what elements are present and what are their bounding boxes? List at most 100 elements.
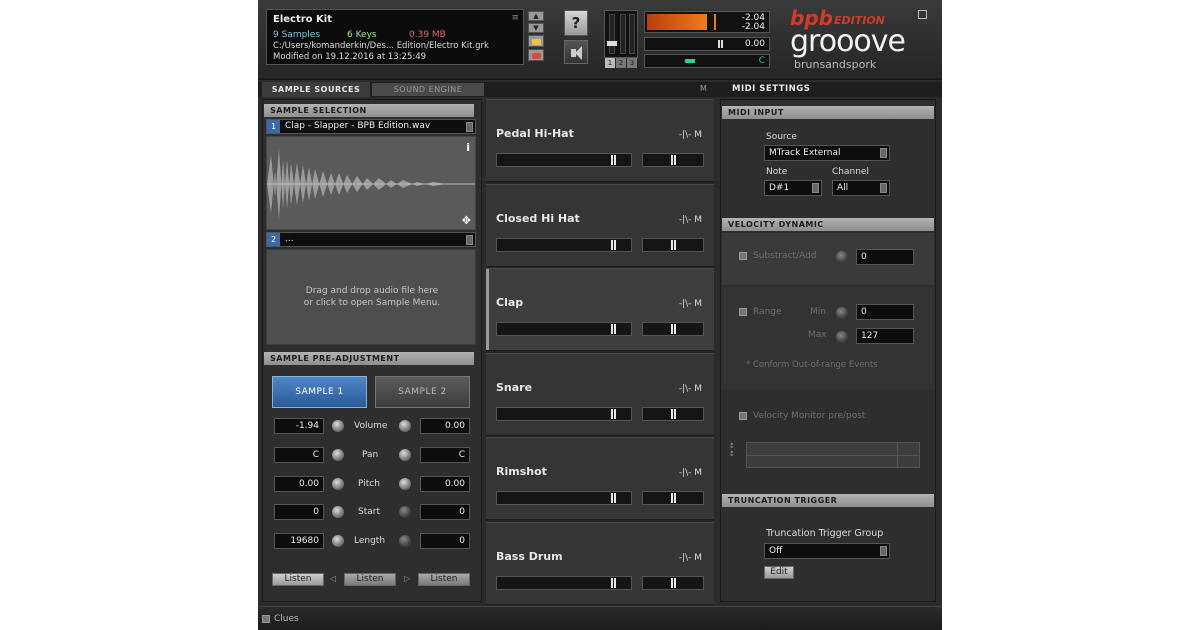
tab-midi-settings[interactable]: MIDI SETTINGS xyxy=(722,82,942,97)
tab-sound-engine[interactable]: SOUND ENGINE xyxy=(372,83,484,96)
length-right-knob[interactable] xyxy=(399,535,411,547)
pad-volume-handle[interactable] xyxy=(611,408,616,419)
sample-drop-zone[interactable]: Drag and drop audio file here or click t… xyxy=(266,249,476,345)
pad-volume-handle[interactable] xyxy=(611,493,616,503)
speaker-button[interactable] xyxy=(564,40,588,64)
kit-up-button[interactable]: ▲ xyxy=(528,11,544,21)
pitch-right-knob[interactable] xyxy=(399,478,411,490)
pad-pan-handle[interactable] xyxy=(671,493,676,503)
sample-2-button[interactable]: SAMPLE 2 xyxy=(375,376,470,408)
pad-volume-slider[interactable] xyxy=(496,575,632,590)
pad-slot[interactable]: Bass Drum -|\- M xyxy=(486,521,714,605)
listen-sample-2-button[interactable]: Listen xyxy=(418,573,470,586)
waveform-display[interactable]: i ✥ xyxy=(266,136,476,230)
note-dropdown-arrow[interactable] xyxy=(812,183,819,193)
clues-checkbox[interactable] xyxy=(262,615,270,623)
subtract-add-value[interactable]: 0 xyxy=(856,249,914,265)
min-value[interactable]: 0 xyxy=(856,304,914,320)
length-left-value[interactable]: 19680 xyxy=(274,533,324,549)
tune-control[interactable]: 0.00 xyxy=(644,37,770,51)
pad-volume-slider[interactable] xyxy=(496,237,632,252)
truncation-group-dropdown[interactable]: Off xyxy=(764,543,890,559)
pitch-right-value[interactable]: 0.00 xyxy=(420,476,470,492)
pan-right-knob[interactable] xyxy=(399,449,411,461)
length-right-value[interactable]: 0 xyxy=(420,533,470,549)
kit-info-panel[interactable]: Electro Kit ≡ 9 Samples 6 Keys 0.39 MB C… xyxy=(266,9,524,65)
pad-waveform-icon[interactable]: -|\- M xyxy=(679,130,702,140)
sample-slot-1-bar[interactable]: 1 Clap - Slapper - BPB Edition.wav xyxy=(266,119,476,134)
pad-pan-slider[interactable] xyxy=(642,153,704,167)
pad-volume-slider[interactable] xyxy=(496,153,632,167)
output-button-1[interactable]: 1 xyxy=(605,58,615,68)
subtract-add-knob[interactable] xyxy=(836,251,848,263)
pad-slot[interactable]: Closed Hi Hat -|\- M xyxy=(486,183,714,267)
pan-right-value[interactable]: C xyxy=(420,447,470,463)
pad-waveform-icon[interactable]: -|\- M xyxy=(679,299,702,309)
start-left-value[interactable]: 0 xyxy=(274,504,324,520)
tab-sample-sources[interactable]: SAMPLE SOURCES xyxy=(262,82,370,97)
pan-left-knob[interactable] xyxy=(332,449,344,461)
pad-pan-slider[interactable] xyxy=(642,237,704,252)
source-dropdown-arrow[interactable] xyxy=(880,148,887,158)
listen-sample-1-button[interactable]: Listen xyxy=(272,573,324,586)
pad-pan-handle[interactable] xyxy=(671,155,676,165)
move-icon[interactable]: ✥ xyxy=(462,214,471,227)
pad-waveform-icon[interactable]: -|\- M xyxy=(679,553,702,563)
subtract-add-checkbox[interactable] xyxy=(739,252,747,260)
pad-pan-slider[interactable] xyxy=(642,322,704,336)
kit-down-button[interactable]: ▼ xyxy=(528,23,544,33)
collapse-icon[interactable]: ≡ xyxy=(511,13,519,23)
info-icon[interactable]: i xyxy=(466,141,470,154)
channel-dropdown-arrow[interactable] xyxy=(880,183,887,193)
pad-volume-slider[interactable] xyxy=(496,322,632,336)
pad-slot[interactable]: Clap -|\- M xyxy=(486,268,714,351)
pad-pan-slider[interactable] xyxy=(642,575,704,590)
pad-volume-handle[interactable] xyxy=(611,577,616,588)
output-button-2[interactable]: 2 xyxy=(616,58,626,68)
master-volume-fader[interactable] xyxy=(607,41,617,46)
sample-1-button[interactable]: SAMPLE 1 xyxy=(272,376,367,408)
pad-slot[interactable]: Snare -|\- M xyxy=(486,352,714,436)
pan-control[interactable]: C xyxy=(644,54,770,68)
sample-slot-1-menu-arrow[interactable] xyxy=(466,122,473,132)
velocity-monitor-checkbox[interactable] xyxy=(739,412,747,420)
length-left-knob[interactable] xyxy=(332,535,344,547)
pad-volume-handle[interactable] xyxy=(611,324,616,334)
pad-pan-handle[interactable] xyxy=(671,577,676,588)
volume-right-value[interactable]: 0.00 xyxy=(420,418,470,434)
sample-slot-2-menu-arrow[interactable] xyxy=(466,235,473,245)
pad-pan-slider[interactable] xyxy=(642,491,704,505)
source-dropdown[interactable]: MTrack External xyxy=(764,145,890,161)
volume-left-value[interactable]: -1.94 xyxy=(274,418,324,434)
pan-left-value[interactable]: C xyxy=(274,447,324,463)
min-knob[interactable] xyxy=(836,307,848,319)
pad-slot[interactable]: Pedal Hi-Hat -|\- M xyxy=(486,99,714,182)
pad-waveform-icon[interactable]: -|\- M xyxy=(679,215,702,225)
window-icon[interactable] xyxy=(918,10,927,19)
sample-slot-2-bar[interactable]: 2 ... xyxy=(266,232,476,247)
pad-waveform-icon[interactable]: -|\- M xyxy=(679,384,702,394)
volume-right-knob[interactable] xyxy=(399,420,411,432)
folder-open-icon[interactable] xyxy=(528,35,544,47)
note-dropdown[interactable]: D#1 xyxy=(764,180,822,196)
pad-volume-slider[interactable] xyxy=(496,491,632,505)
pitch-left-knob[interactable] xyxy=(332,478,344,490)
pad-volume-slider[interactable] xyxy=(496,406,632,421)
pad-volume-handle[interactable] xyxy=(611,155,616,165)
pad-pan-handle[interactable] xyxy=(671,408,676,419)
save-icon[interactable] xyxy=(528,49,544,61)
max-value[interactable]: 127 xyxy=(856,328,914,344)
truncation-group-dropdown-arrow[interactable] xyxy=(880,546,887,556)
range-checkbox[interactable] xyxy=(739,308,747,316)
pitch-left-value[interactable]: 0.00 xyxy=(274,476,324,492)
pad-slot[interactable]: Rimshot -|\- M xyxy=(486,437,714,520)
start-left-knob[interactable] xyxy=(332,506,344,518)
start-right-value[interactable]: 0 xyxy=(420,504,470,520)
output-button-3[interactable]: 3 xyxy=(627,58,637,68)
pad-pan-handle[interactable] xyxy=(671,324,676,334)
pad-volume-handle[interactable] xyxy=(611,239,616,250)
start-right-knob[interactable] xyxy=(399,506,411,518)
pad-waveform-icon[interactable]: -|\- M xyxy=(679,468,702,478)
volume-left-knob[interactable] xyxy=(332,420,344,432)
listen-both-button[interactable]: Listen xyxy=(344,573,396,586)
